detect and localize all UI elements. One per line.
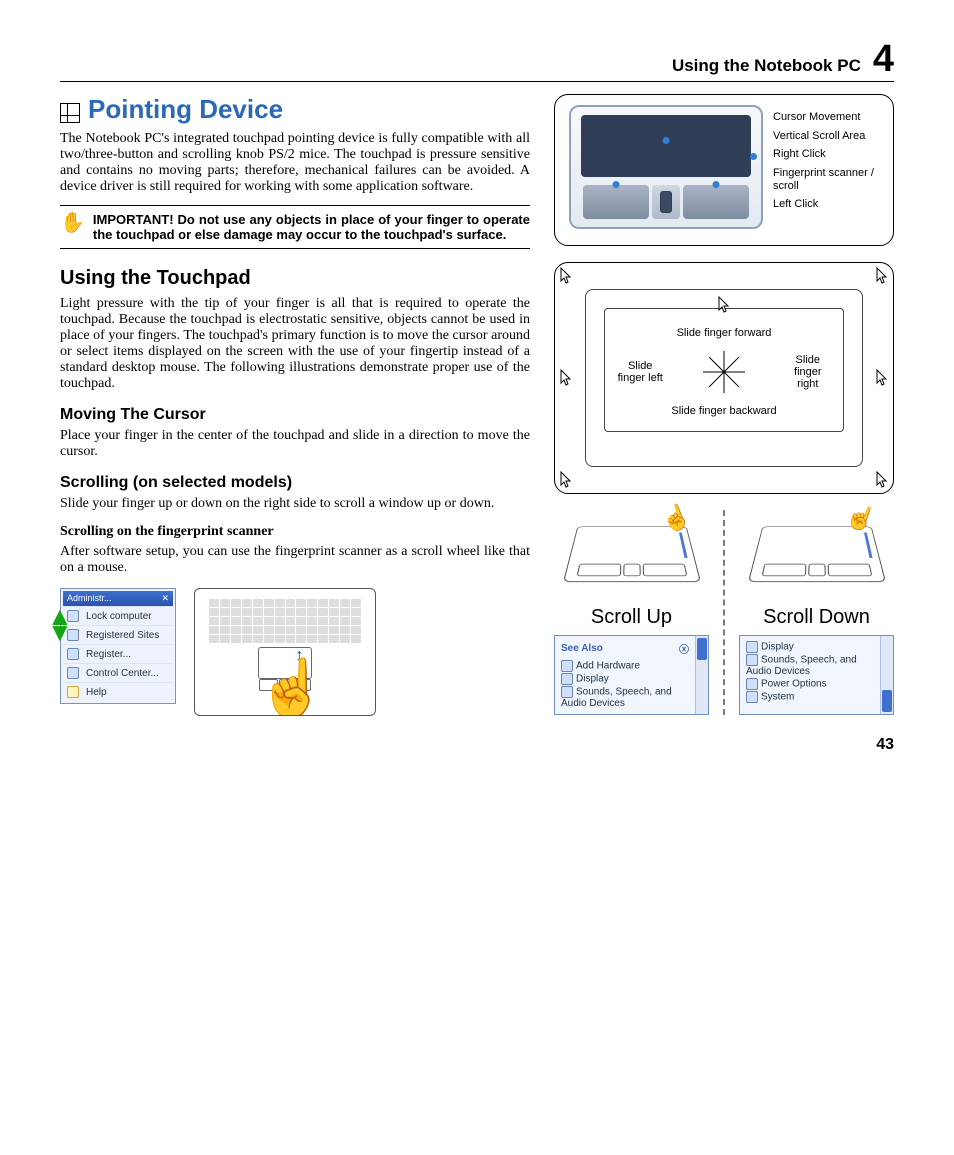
label-fingerprint: Fingerprint scanner / scroll [773,167,879,192]
xp-menu-item: Control Center... [63,663,173,682]
laptop-with-hand-illustration: ↕ ☝ [194,588,376,716]
cursor-icon [717,296,731,314]
label-cursor-movement: Cursor Movement [773,111,879,124]
direction-compass-icon [701,349,747,395]
touchpad-labeled-diagram: Cursor Movement Vertical Scroll Area Rig… [554,94,894,246]
scroll-up-down-diagram: ☝ Scroll Up See Alsoⓧ Add Hardware Displ… [554,510,894,715]
intro-paragraph: The Notebook PC's integrated touchpad po… [60,131,530,195]
keyboard-icon [209,599,361,643]
touchpad-illustration [569,105,763,229]
cursor-icon [559,267,573,285]
label-left-click: Left Click [773,198,879,211]
slide-forward-label: Slide finger forward [677,327,772,339]
using-touchpad-body: Light pressure with the tip of your fing… [60,296,530,392]
scroll-up-label: Scroll Up [554,606,709,629]
xp-menu-item: Register... [63,644,173,663]
cursor-icon [875,471,889,489]
control-panel-snippet-up: See Alsoⓧ Add Hardware Display Sounds, S… [554,635,709,715]
fingerprint-scroll-body: After software setup, you can use the fi… [60,544,530,576]
slide-direction-diagram: Slide finger forward Slide finger left S… [554,262,894,494]
slide-left-label: Slide finger left [617,360,663,384]
header-title: Using the Notebook PC [672,56,861,76]
scrollbar-icon [695,636,708,714]
important-text: IMPORTANT! Do not use any objects in pla… [93,212,530,242]
slide-backward-label: Slide finger backward [671,405,776,417]
finger-illustration-icon: ☝ [257,661,327,716]
control-panel-snippet-down: Display Sounds, Speech, and Audio Device… [739,635,894,715]
collapse-icon: ⓧ [679,641,689,656]
slide-right-label: Slide finger right [785,354,831,390]
scroll-down-label: Scroll Down [739,606,894,629]
xp-menu-item: Registered Sites [63,625,173,644]
divider [723,510,725,715]
cursor-icon [559,471,573,489]
scrollbar-icon [880,636,893,714]
label-vertical-scroll: Vertical Scroll Area [773,130,879,143]
xp-menu-title: Administr...✕ [63,591,173,606]
page-number: 43 [60,736,894,754]
touchpad-section-icon [60,103,80,123]
moving-cursor-heading: Moving The Cursor [60,406,530,424]
important-note: ✋ IMPORTANT! Do not use any objects in p… [60,205,530,249]
chapter-number: 4 [873,40,894,78]
fingerprint-scanner-icon [652,185,680,219]
page-header: Using the Notebook PC 4 [60,40,894,82]
using-touchpad-heading: Using the Touchpad [60,267,530,290]
xp-menu-item: Lock computer [63,606,173,625]
label-right-click: Right Click [773,148,879,161]
fingerprint-scroll-heading: Scrolling on the fingerprint scanner [60,524,530,540]
xp-menu-illustration: ▲▼ Administr...✕ Lock computer Registere… [60,588,176,704]
touchpad-scroll-up-illustration [562,526,700,582]
right-click-button-icon [683,185,749,219]
section-title: Pointing Device [88,94,283,125]
moving-cursor-body: Place your finger in the center of the t… [60,428,530,460]
scrolling-heading: Scrolling (on selected models) [60,474,530,492]
left-click-button-icon [583,185,649,219]
cursor-icon [875,267,889,285]
scrolling-body: Slide your finger up or down on the righ… [60,496,530,512]
hand-stop-icon: ✋ [60,212,85,242]
cursor-icon [559,369,573,387]
cursor-icon [875,369,889,387]
green-scroll-arrows-icon: ▲▼ [47,609,73,640]
xp-menu-item: Help [63,682,173,701]
